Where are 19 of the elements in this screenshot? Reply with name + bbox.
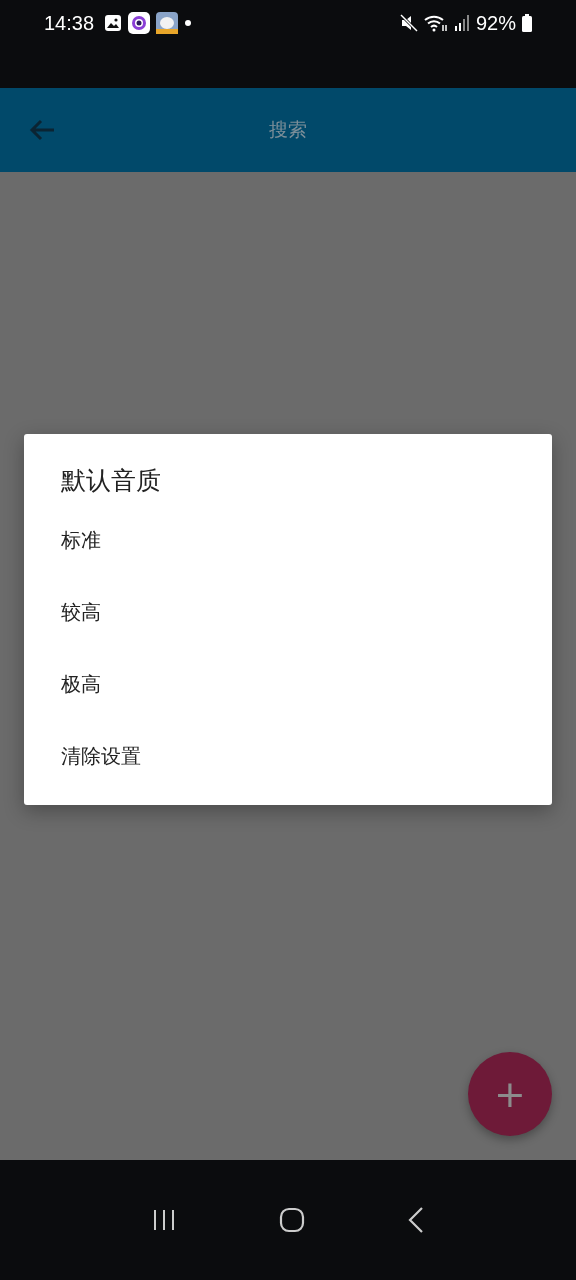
battery-percent: 92% xyxy=(475,11,516,35)
camera-app-icon xyxy=(128,12,151,34)
home-icon[interactable] xyxy=(279,1207,305,1233)
gallery-icon xyxy=(104,14,123,32)
status-time: 14:38 xyxy=(44,11,95,35)
wifi-icon xyxy=(423,14,448,32)
dialog-option[interactable]: 标准 xyxy=(24,511,552,583)
back-icon[interactable] xyxy=(408,1207,425,1233)
dialog-option[interactable]: 清除设置 xyxy=(24,727,552,791)
recent-apps-icon[interactable] xyxy=(151,1209,176,1231)
dialog-title: 默认音质 xyxy=(60,465,162,497)
app-bar-title: 搜索 xyxy=(269,117,307,142)
app-icon xyxy=(156,12,179,34)
mute-icon xyxy=(399,14,418,32)
dialog-option[interactable]: 极高 xyxy=(24,655,552,727)
notification-dot-icon xyxy=(184,19,193,27)
dialog-option[interactable]: 较高 xyxy=(24,583,552,655)
signal-icon xyxy=(453,14,470,32)
battery-icon xyxy=(522,14,532,32)
